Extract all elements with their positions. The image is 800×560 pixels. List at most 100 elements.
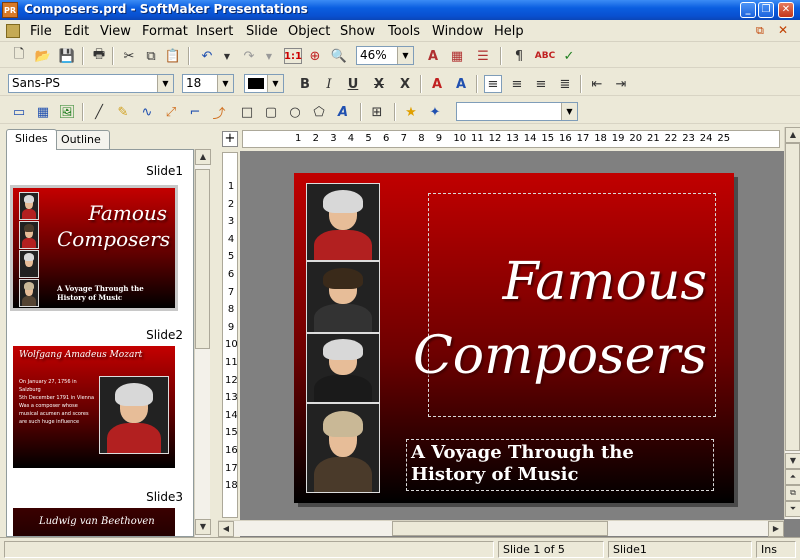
editor-vertical-scrollbar[interactable]: ▲ ▼ ⏶ ⧉ ⏷ bbox=[784, 127, 800, 519]
menu-show[interactable]: Show bbox=[340, 24, 375, 39]
insert-list-icon[interactable]: ☰ bbox=[474, 47, 492, 65]
menu-edit[interactable]: Edit bbox=[64, 24, 89, 39]
animation-combo[interactable]: ▼ bbox=[456, 102, 578, 121]
menu-view[interactable]: View bbox=[100, 24, 131, 39]
rounded-rectangle-icon[interactable]: ▢ bbox=[262, 103, 280, 121]
group-icon[interactable]: ⊞ bbox=[368, 103, 386, 121]
elbow-connector-icon[interactable]: ⌐ bbox=[186, 103, 204, 121]
undo-icon[interactable]: ↶ bbox=[198, 47, 216, 65]
scroll-up-icon[interactable]: ▲ bbox=[195, 149, 211, 165]
maximize-button[interactable]: ❐ bbox=[758, 2, 774, 18]
curve-tool-icon[interactable]: ∿ bbox=[138, 103, 156, 121]
connector-icon[interactable]: ⤢ bbox=[162, 103, 180, 121]
restore-doc-icon[interactable]: ⧉ bbox=[756, 24, 764, 38]
previous-slide-icon[interactable]: ⏶ bbox=[785, 469, 800, 485]
custom-animation-icon[interactable]: ✦ bbox=[426, 103, 444, 121]
justify-icon[interactable]: ≣ bbox=[556, 75, 574, 93]
freehand-tool-icon[interactable]: ✎ bbox=[114, 103, 132, 121]
scroll-left-icon[interactable]: ◀ bbox=[218, 521, 234, 537]
minimize-button[interactable]: _ bbox=[740, 2, 756, 18]
align-right-icon[interactable]: ≡ bbox=[532, 75, 550, 93]
paste-icon[interactable]: 📋 bbox=[164, 47, 182, 65]
menu-window[interactable]: Window bbox=[432, 24, 483, 39]
menu-object[interactable]: Object bbox=[288, 24, 330, 39]
ruler-origin-icon[interactable]: + bbox=[222, 131, 238, 147]
increase-indent-icon[interactable]: ⇥ bbox=[612, 75, 630, 93]
slide-view-icon[interactable]: ⧉ bbox=[785, 485, 800, 501]
portrait-mozart[interactable] bbox=[306, 183, 380, 261]
chevron-down-icon[interactable]: ▼ bbox=[561, 103, 577, 120]
insert-text-frame-icon[interactable]: A bbox=[424, 47, 442, 65]
actual-size-icon[interactable]: 1:1 bbox=[284, 48, 302, 64]
redo-dropdown-icon[interactable]: ▼ bbox=[260, 47, 278, 65]
animation-star-icon[interactable]: ★ bbox=[402, 103, 420, 121]
app-icon[interactable]: PR bbox=[2, 2, 18, 18]
title-placeholder[interactable]: Famous Composers bbox=[413, 193, 716, 417]
menu-slide[interactable]: Slide bbox=[246, 24, 278, 39]
double-strike-icon[interactable]: X bbox=[396, 75, 414, 93]
undo-dropdown-icon[interactable]: ▼ bbox=[218, 47, 236, 65]
scrollbar-thumb[interactable] bbox=[392, 521, 608, 536]
slide-thumbnail-1[interactable]: Famous Composers A Voyage Through the Hi… bbox=[10, 185, 178, 311]
zoom-page-icon[interactable]: ⊕ bbox=[306, 47, 324, 65]
tab-outline[interactable]: Outline bbox=[52, 130, 110, 149]
slide-thumbnail-3[interactable]: Ludwig van Beethoven bbox=[13, 508, 175, 536]
strikethrough-icon[interactable]: X bbox=[370, 75, 388, 93]
slide-thumbnail-2[interactable]: Wolfgang Amadeus Mozart On January 27, 1… bbox=[13, 346, 175, 468]
save-icon[interactable]: 💾 bbox=[58, 47, 76, 65]
document-icon[interactable] bbox=[6, 24, 20, 38]
menu-insert[interactable]: Insert bbox=[196, 24, 233, 39]
redo-icon[interactable]: ↷ bbox=[240, 47, 258, 65]
check-icon[interactable]: ✓ bbox=[560, 47, 578, 65]
font-name-combo[interactable]: Sans-PS ▼ bbox=[8, 74, 174, 93]
subtitle-placeholder[interactable]: A Voyage Through the History of Music bbox=[406, 439, 714, 491]
menu-tools[interactable]: Tools bbox=[388, 24, 420, 39]
table-frame-icon[interactable]: ▦ bbox=[34, 103, 52, 121]
new-document-icon[interactable]: 🗋 bbox=[10, 47, 28, 65]
copy-icon[interactable]: ⧉ bbox=[142, 47, 160, 65]
horizontal-ruler[interactable]: 1 2 3 4 5 6 7 8 9 10 11 12 13 14 15 16 17 18 19 20 21 22 23 24 2… bbox=[242, 130, 780, 148]
text-frame-icon[interactable]: ▭ bbox=[10, 103, 28, 121]
portrait-bach[interactable] bbox=[306, 333, 380, 403]
align-left-icon[interactable]: ≡ bbox=[484, 75, 502, 93]
rectangle-tool-icon[interactable]: □ bbox=[238, 103, 256, 121]
zoom-combo[interactable]: 46% ▼ bbox=[356, 46, 414, 65]
cut-icon[interactable]: ✂ bbox=[120, 47, 138, 65]
vertical-ruler[interactable]: 1 2 3 4 5 6 7 8 9 10 11 12 13 14 15 16 17 18 bbox=[222, 152, 238, 518]
chevron-down-icon[interactable]: ▼ bbox=[267, 75, 283, 92]
chevron-down-icon[interactable]: ▼ bbox=[217, 75, 233, 92]
scroll-right-icon[interactable]: ▶ bbox=[768, 521, 784, 537]
chevron-down-icon[interactable]: ▼ bbox=[157, 75, 173, 92]
autoshape-icon[interactable]: ⬠ bbox=[310, 103, 328, 121]
ellipse-tool-icon[interactable]: ○ bbox=[286, 103, 304, 121]
tab-slides[interactable]: Slides bbox=[6, 129, 57, 150]
open-folder-icon[interactable]: 📂 bbox=[34, 47, 52, 65]
italic-icon[interactable]: I bbox=[320, 75, 338, 93]
scrollbar-thumb[interactable] bbox=[785, 143, 800, 451]
grow-font-icon[interactable]: A bbox=[428, 75, 446, 93]
shrink-font-icon[interactable]: A bbox=[452, 75, 470, 93]
close-doc-icon[interactable]: ✕ bbox=[778, 23, 788, 37]
align-center-icon[interactable]: ≡ bbox=[508, 75, 526, 93]
portrait-beethoven[interactable] bbox=[306, 261, 380, 333]
line-tool-icon[interactable]: ╱ bbox=[90, 103, 108, 121]
chevron-down-icon[interactable]: ▼ bbox=[397, 47, 413, 64]
curved-connector-icon[interactable]: ⤴ bbox=[210, 103, 228, 122]
next-slide-icon[interactable]: ⏷ bbox=[785, 501, 800, 517]
menu-format[interactable]: Format bbox=[142, 24, 188, 39]
editor-horizontal-scrollbar[interactable]: ◀ ▶ bbox=[218, 520, 784, 537]
scroll-down-icon[interactable]: ▼ bbox=[785, 453, 800, 469]
font-size-combo[interactable]: 18 ▼ bbox=[182, 74, 234, 93]
textart-icon[interactable]: A bbox=[334, 103, 352, 121]
thumbnail-scrollbar[interactable]: ▲ ▼ bbox=[194, 149, 211, 537]
zoom-icon[interactable]: 🔍 bbox=[330, 47, 348, 65]
scrollbar-thumb[interactable] bbox=[195, 169, 210, 349]
picture-frame-icon[interactable]: 🖼 bbox=[58, 103, 76, 121]
text-color-combo[interactable]: ▼ bbox=[244, 74, 284, 93]
decrease-indent-icon[interactable]: ⇤ bbox=[588, 75, 606, 93]
pilcrow-icon[interactable]: ¶ bbox=[510, 47, 528, 65]
scroll-down-icon[interactable]: ▼ bbox=[195, 519, 211, 535]
menu-help[interactable]: Help bbox=[494, 24, 524, 39]
close-button[interactable]: ✕ bbox=[778, 2, 794, 18]
scroll-up-icon[interactable]: ▲ bbox=[785, 127, 800, 143]
